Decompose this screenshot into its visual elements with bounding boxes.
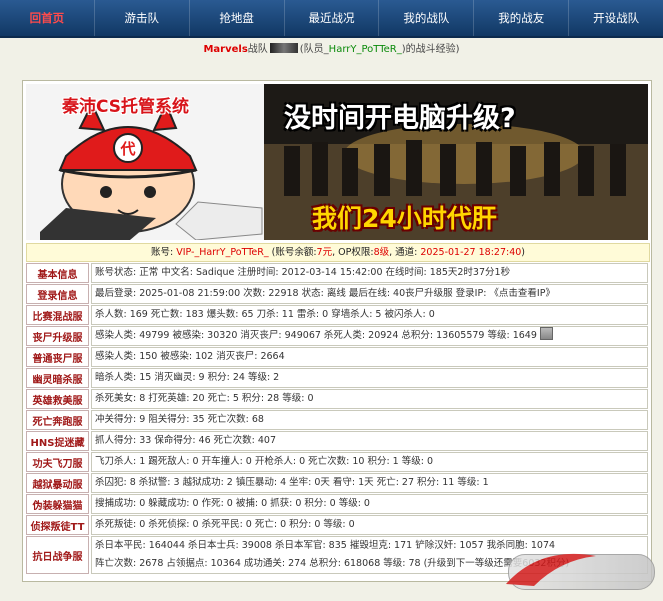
- stat-line: 杀人数: 169 死亡数: 183 爆头数: 65 刀杀: 11 雷杀: 0 穿…: [95, 309, 435, 320]
- balance-label: (账号余额:: [271, 247, 317, 258]
- stat-content: 飞刀杀人: 1 踢死敌人: 0 开车撞人: 0 开枪杀人: 0 死亡次数: 10…: [91, 452, 648, 472]
- stat-line: 感染人类: 49799 被感染: 30320 消灭丧尸: 949067 杀死人类…: [95, 327, 644, 345]
- stat-label: 抗日战争服: [26, 536, 89, 574]
- stat-line: 账号状态: 正常 中文名: Sadique 注册时间: 2012-03-14 1…: [95, 267, 511, 278]
- stat-row-jailbreak: 越狱暴动服 杀囚犯: 8 杀狱警: 3 越狱成功: 2 镇压暴动: 4 坐牢: …: [26, 473, 648, 493]
- stat-row-kungfu: 功夫飞刀服 飞刀杀人: 1 踢死敌人: 0 开车撞人: 0 开枪杀人: 0 死亡…: [26, 452, 648, 472]
- profile-panel: 代 秦沛CS托管系统 没时间开电脑升级? 我们24小时代肝 账号: VIP-_H…: [22, 80, 652, 582]
- stat-content: 杀死叛徒: 0 杀死侦探: 0 杀死平民: 0 死亡: 0 积分: 0 等级: …: [91, 515, 648, 535]
- stat-line: 冲关得分: 9 阻关得分: 35 死亡次数: 68: [95, 414, 264, 425]
- stat-content: 暗杀人类: 15 消灭幽灵: 9 积分: 24 等级: 2: [91, 368, 648, 388]
- top-navigation: 回首页 游击队 抢地盘 最近战况 我的战队 我的战友 开设战队: [0, 0, 663, 38]
- stat-label: 侦探叛徒TT: [26, 515, 89, 535]
- stat-row-hero: 英雄救美服 杀死美女: 8 打死英雄: 20 死亡: 5 积分: 28 等级: …: [26, 389, 648, 409]
- team-info-line: Marvels战队 (队员_HarrY_PoTTeR_)的战斗经验): [0, 40, 663, 55]
- stat-row-basic-info: 基本信息 账号状态: 正常 中文名: Sadique 注册时间: 2012-03…: [26, 263, 648, 283]
- account-summary-bar: 账号: VIP-_HarrY_PoTTeR_ (账号余额:7元, OP权限:8级…: [26, 243, 650, 262]
- team-suffix: 战队: [247, 44, 268, 55]
- banner-slogan-bottom: 我们24小时代肝: [312, 204, 497, 233]
- team-name[interactable]: Marvels: [203, 44, 247, 55]
- nav-item-home[interactable]: 回首页: [0, 0, 95, 36]
- watermark-swoosh-icon: [506, 553, 596, 586]
- team-logo-icon: [269, 43, 298, 53]
- stat-label: 死亡奔跑服: [26, 410, 89, 430]
- op-value: 8级: [373, 247, 390, 258]
- stat-label: 普通丧尸服: [26, 347, 89, 367]
- stat-row-prophunt: 伪装躲猫猫 搜捕成功: 0 躲藏成功: 0 作死: 0 被捕: 0 抓获: 0 …: [26, 494, 648, 514]
- stat-content: 杀人数: 169 死亡数: 183 爆头数: 65 刀杀: 11 雷杀: 0 穿…: [91, 305, 648, 325]
- stat-content: 杀死美女: 8 打死英雄: 20 死亡: 5 积分: 28 等级: 0: [91, 389, 648, 409]
- stat-row-traitor: 侦探叛徒TT 杀死叛徒: 0 杀死侦探: 0 杀死平民: 0 死亡: 0 积分:…: [26, 515, 648, 535]
- stat-line[interactable]: 最后登录: 2025-01-08 21:59:00 次数: 22918 状态: …: [95, 285, 644, 303]
- account-date: 2025-01-27 18:27:40: [420, 247, 522, 258]
- stat-line: 飞刀杀人: 1 踢死敌人: 0 开车撞人: 0 开枪杀人: 0 死亡次数: 10…: [95, 456, 434, 467]
- stat-content: 冲关得分: 9 阻关得分: 35 死亡次数: 68: [91, 410, 648, 430]
- stat-line: 搜捕成功: 0 躲藏成功: 0 作死: 0 被捕: 0 抓获: 0 积分: 0 …: [95, 498, 370, 509]
- account-close: ): [521, 247, 526, 258]
- stat-line: 杀死美女: 8 打死英雄: 20 死亡: 5 积分: 28 等级: 0: [95, 393, 314, 404]
- stat-row-login-info: 登录信息 最后登录: 2025-01-08 21:59:00 次数: 22918…: [26, 284, 648, 304]
- svg-text:代: 代: [119, 140, 135, 158]
- stat-content: 账号状态: 正常 中文名: Sadique 注册时间: 2012-03-14 1…: [91, 263, 648, 283]
- channel-label: 通道:: [395, 247, 418, 258]
- stat-text: 感染人类: 49799 被感染: 30320 消灭丧尸: 949067 杀死人类…: [95, 330, 537, 341]
- ad-banner[interactable]: 代 秦沛CS托管系统 没时间开电脑升级? 我们24小时代肝: [26, 84, 648, 240]
- stat-row-deathrun: 死亡奔跑服 冲关得分: 9 阻关得分: 35 死亡次数: 68: [26, 410, 648, 430]
- stat-line: 抓人得分: 33 保命得分: 46 死亡次数: 407: [95, 435, 277, 446]
- site-watermark-logo: [500, 540, 655, 595]
- stat-row-match: 比赛混战服 杀人数: 169 死亡数: 183 爆头数: 65 刀杀: 11 雷…: [26, 305, 648, 325]
- banner-mascot-area: 代 秦沛CS托管系统: [26, 84, 264, 240]
- stat-row-zombie-normal: 普通丧尸服 感染人类: 150 被感染: 102 消灭丧尸: 2664: [26, 347, 648, 367]
- stat-line: 杀死叛徒: 0 杀死侦探: 0 杀死平民: 0 死亡: 0 积分: 0 等级: …: [95, 519, 355, 530]
- nav-item-guerrilla[interactable]: 游击队: [95, 0, 190, 36]
- stats-table: 基本信息 账号状态: 正常 中文名: Sadique 注册时间: 2012-03…: [26, 263, 648, 575]
- banner-soldiers-area: 没时间开电脑升级? 我们24小时代肝: [264, 84, 648, 240]
- nav-item-my-team[interactable]: 我的战队: [379, 0, 475, 36]
- stat-row-hns: HNS捉迷藏 抓人得分: 33 保命得分: 46 死亡次数: 407: [26, 431, 648, 451]
- stat-content: 最后登录: 2025-01-08 21:59:00 次数: 22918 状态: …: [91, 284, 648, 304]
- account-label: 账号:: [150, 247, 174, 258]
- player-name-link[interactable]: HarrY_PoTTeR_: [329, 44, 402, 55]
- stat-content: 搜捕成功: 0 躲藏成功: 0 作死: 0 被捕: 0 抓获: 0 积分: 0 …: [91, 494, 648, 514]
- stat-row-zombie-levelup: 丧尸升级服 感染人类: 49799 被感染: 30320 消灭丧尸: 94906…: [26, 326, 648, 346]
- stat-content: 抓人得分: 33 保命得分: 46 死亡次数: 407: [91, 431, 648, 451]
- stat-content: 杀囚犯: 8 杀狱警: 3 越狱成功: 2 镇压暴动: 4 坐牢: 0天 看守:…: [91, 473, 648, 493]
- stat-label: 丧尸升级服: [26, 326, 89, 346]
- banner-slogan-top: 没时间开电脑升级?: [284, 103, 516, 134]
- account-name: VIP-_HarrY_PoTTeR_: [176, 247, 269, 258]
- nav-item-my-teammates[interactable]: 我的战友: [474, 0, 570, 36]
- stat-row-ghost: 幽灵暗杀服 暗杀人类: 15 消灭幽灵: 9 积分: 24 等级: 2: [26, 368, 648, 388]
- balance-value: 7元: [316, 247, 333, 258]
- op-label: OP权限:: [338, 247, 374, 258]
- stat-label: HNS捉迷藏: [26, 431, 89, 451]
- stat-label: 登录信息: [26, 284, 89, 304]
- stat-line: 感染人类: 150 被感染: 102 消灭丧尸: 2664: [95, 351, 285, 362]
- banner-brand-title: 秦沛CS托管系统: [62, 97, 190, 117]
- stat-label: 伪装躲猫猫: [26, 494, 89, 514]
- stat-label: 越狱暴动服: [26, 473, 89, 493]
- stat-label: 功夫飞刀服: [26, 452, 89, 472]
- stat-line: 杀囚犯: 8 杀狱警: 3 越狱成功: 2 镇压暴动: 4 坐牢: 0天 看守:…: [95, 477, 489, 488]
- nav-item-recent-battles[interactable]: 最近战况: [285, 0, 380, 36]
- stat-label: 基本信息: [26, 263, 89, 283]
- stat-label: 幽灵暗杀服: [26, 368, 89, 388]
- stat-content: 感染人类: 49799 被感染: 30320 消灭丧尸: 949067 杀死人类…: [91, 326, 648, 346]
- stat-label: 英雄救美服: [26, 389, 89, 409]
- stat-content: 感染人类: 150 被感染: 102 消灭丧尸: 2664: [91, 347, 648, 367]
- stat-label: 比赛混战服: [26, 305, 89, 325]
- stat-line: 暗杀人类: 15 消灭幽灵: 9 积分: 24 等级: 2: [95, 372, 280, 383]
- nav-item-territory[interactable]: 抢地盘: [190, 0, 285, 36]
- nav-item-create-team[interactable]: 开设战队: [569, 0, 663, 36]
- player-avatar-icon: [539, 327, 553, 340]
- member-prefix: (队员_: [299, 44, 329, 55]
- member-suffix: )的战斗经验): [401, 44, 460, 55]
